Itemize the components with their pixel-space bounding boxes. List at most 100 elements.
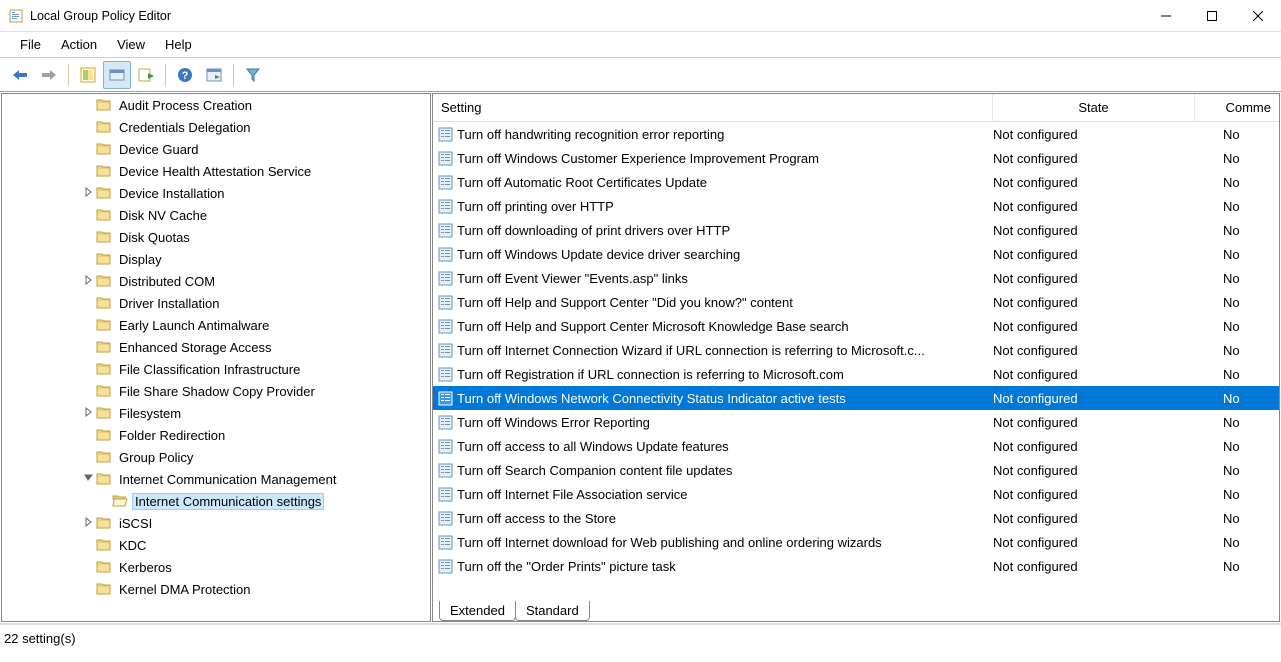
- minimize-button[interactable]: [1143, 0, 1189, 32]
- tree-item[interactable]: Internet Communication Management: [2, 468, 430, 490]
- tree-item[interactable]: KDC: [2, 534, 430, 556]
- setting-icon: [437, 150, 453, 166]
- folder-icon: [96, 405, 112, 421]
- cell-comment: No: [1223, 391, 1279, 406]
- cell-setting: Turn off Windows Customer Experience Imp…: [457, 151, 993, 166]
- header-state[interactable]: State: [993, 94, 1195, 121]
- cell-setting: Turn off Registration if URL connection …: [457, 367, 993, 382]
- tree-item[interactable]: Internet Communication settings: [2, 490, 430, 512]
- cell-comment: No: [1223, 295, 1279, 310]
- tab-standard[interactable]: Standard: [515, 601, 590, 621]
- list-row[interactable]: Turn off Windows Network Connectivity St…: [433, 386, 1279, 410]
- tab-extended[interactable]: Extended: [439, 601, 516, 621]
- list-row[interactable]: Turn off access to all Windows Update fe…: [433, 434, 1279, 458]
- tree-item[interactable]: Kerberos: [2, 556, 430, 578]
- tree-item-label: Disk NV Cache: [116, 207, 210, 224]
- cell-comment: No: [1223, 367, 1279, 382]
- setting-icon: [437, 318, 453, 334]
- list-row[interactable]: Turn off handwriting recognition error r…: [433, 122, 1279, 146]
- list-row[interactable]: Turn off Help and Support Center "Did yo…: [433, 290, 1279, 314]
- svg-text:?: ?: [182, 70, 189, 82]
- tree-item[interactable]: Credentials Delegation: [2, 116, 430, 138]
- maximize-button[interactable]: [1189, 0, 1235, 32]
- tree-item[interactable]: Device Health Attestation Service: [2, 160, 430, 182]
- list-row[interactable]: Turn off Internet File Association servi…: [433, 482, 1279, 506]
- folder-icon: [96, 449, 112, 465]
- list-row[interactable]: Turn off Internet download for Web publi…: [433, 530, 1279, 554]
- menu-file[interactable]: File: [10, 33, 51, 56]
- back-button[interactable]: [6, 61, 34, 89]
- list-row[interactable]: Turn off Search Companion content file u…: [433, 458, 1279, 482]
- list-row[interactable]: Turn off Help and Support Center Microso…: [433, 314, 1279, 338]
- list-hscroll[interactable]: [433, 585, 1279, 597]
- setting-icon: [437, 222, 453, 238]
- list-row[interactable]: Turn off downloading of print drivers ov…: [433, 218, 1279, 242]
- list-row[interactable]: Turn off Windows Customer Experience Imp…: [433, 146, 1279, 170]
- folder-icon: [96, 361, 112, 377]
- filter-button[interactable]: [239, 61, 267, 89]
- tree-item[interactable]: iSCSI: [2, 512, 430, 534]
- tree-item[interactable]: File Share Shadow Copy Provider: [2, 380, 430, 402]
- export-list-button[interactable]: [132, 61, 160, 89]
- list-row[interactable]: Turn off Windows Error ReportingNot conf…: [433, 410, 1279, 434]
- folder-icon: [96, 185, 112, 201]
- tree-item-label: Filesystem: [116, 405, 184, 422]
- list-row[interactable]: Turn off Automatic Root Certificates Upd…: [433, 170, 1279, 194]
- tree-item[interactable]: Device Installation: [2, 182, 430, 204]
- header-comment[interactable]: Comme: [1195, 94, 1279, 121]
- tree-twisty[interactable]: [82, 473, 96, 486]
- policy-settings-button[interactable]: [200, 61, 228, 89]
- list-row[interactable]: Turn off the "Order Prints" picture task…: [433, 554, 1279, 578]
- tree-twisty[interactable]: [82, 517, 96, 530]
- list-row[interactable]: Turn off printing over HTTPNot configure…: [433, 194, 1279, 218]
- cell-state: Not configured: [993, 463, 1223, 478]
- header-setting[interactable]: Setting: [433, 94, 993, 121]
- tree-item-label: Display: [116, 251, 165, 268]
- menu-action[interactable]: Action: [51, 33, 107, 56]
- tree-item-label: Group Policy: [116, 449, 196, 466]
- toolbar-separator: [68, 64, 69, 86]
- list-body[interactable]: Turn off handwriting recognition error r…: [433, 122, 1279, 585]
- cell-state: Not configured: [993, 511, 1223, 526]
- tree-item[interactable]: File Classification Infrastructure: [2, 358, 430, 380]
- forward-button[interactable]: [35, 61, 63, 89]
- folder-icon: [112, 493, 128, 509]
- tree-twisty[interactable]: [82, 275, 96, 288]
- tree-item-label: Credentials Delegation: [116, 119, 254, 136]
- tree-item[interactable]: Filesystem: [2, 402, 430, 424]
- menu-view[interactable]: View: [107, 33, 155, 56]
- tree-item[interactable]: Disk NV Cache: [2, 204, 430, 226]
- close-button[interactable]: [1235, 0, 1281, 32]
- tree-item[interactable]: Disk Quotas: [2, 226, 430, 248]
- list-row[interactable]: Turn off Event Viewer "Events.asp" links…: [433, 266, 1279, 290]
- help-button[interactable]: ?: [171, 61, 199, 89]
- tree-twisty[interactable]: [82, 407, 96, 420]
- tree-twisty[interactable]: [82, 187, 96, 200]
- menu-help[interactable]: Help: [155, 33, 202, 56]
- tree-item[interactable]: Device Guard: [2, 138, 430, 160]
- cell-setting: Turn off Internet Connection Wizard if U…: [457, 343, 993, 358]
- tree-item[interactable]: Folder Redirection: [2, 424, 430, 446]
- list-row[interactable]: Turn off Internet Connection Wizard if U…: [433, 338, 1279, 362]
- tree-item[interactable]: Group Policy: [2, 446, 430, 468]
- list-row[interactable]: Turn off Windows Update device driver se…: [433, 242, 1279, 266]
- show-hide-console-button[interactable]: [103, 61, 131, 89]
- show-hide-tree-button[interactable]: [74, 61, 102, 89]
- tree-item[interactable]: Kernel DMA Protection: [2, 578, 430, 600]
- tree-item[interactable]: Enhanced Storage Access: [2, 336, 430, 358]
- cell-setting: Turn off Event Viewer "Events.asp" links: [457, 271, 993, 286]
- cell-state: Not configured: [993, 319, 1223, 334]
- tree-item[interactable]: Early Launch Antimalware: [2, 314, 430, 336]
- tree-scroll[interactable]: Audit Process Creation Credentials Delega…: [2, 94, 430, 621]
- folder-icon: [96, 515, 112, 531]
- toolbar-separator: [165, 64, 166, 86]
- tree-item[interactable]: Audit Process Creation: [2, 94, 430, 116]
- list-row[interactable]: Turn off access to the StoreNot configur…: [433, 506, 1279, 530]
- cell-state: Not configured: [993, 367, 1223, 382]
- list-row[interactable]: Turn off Registration if URL connection …: [433, 362, 1279, 386]
- tree-item[interactable]: Driver Installation: [2, 292, 430, 314]
- tree-item[interactable]: Distributed COM: [2, 270, 430, 292]
- window-title: Local Group Policy Editor: [30, 9, 1143, 23]
- tree-item[interactable]: Display: [2, 248, 430, 270]
- tabs-row: Extended Standard: [433, 597, 1279, 621]
